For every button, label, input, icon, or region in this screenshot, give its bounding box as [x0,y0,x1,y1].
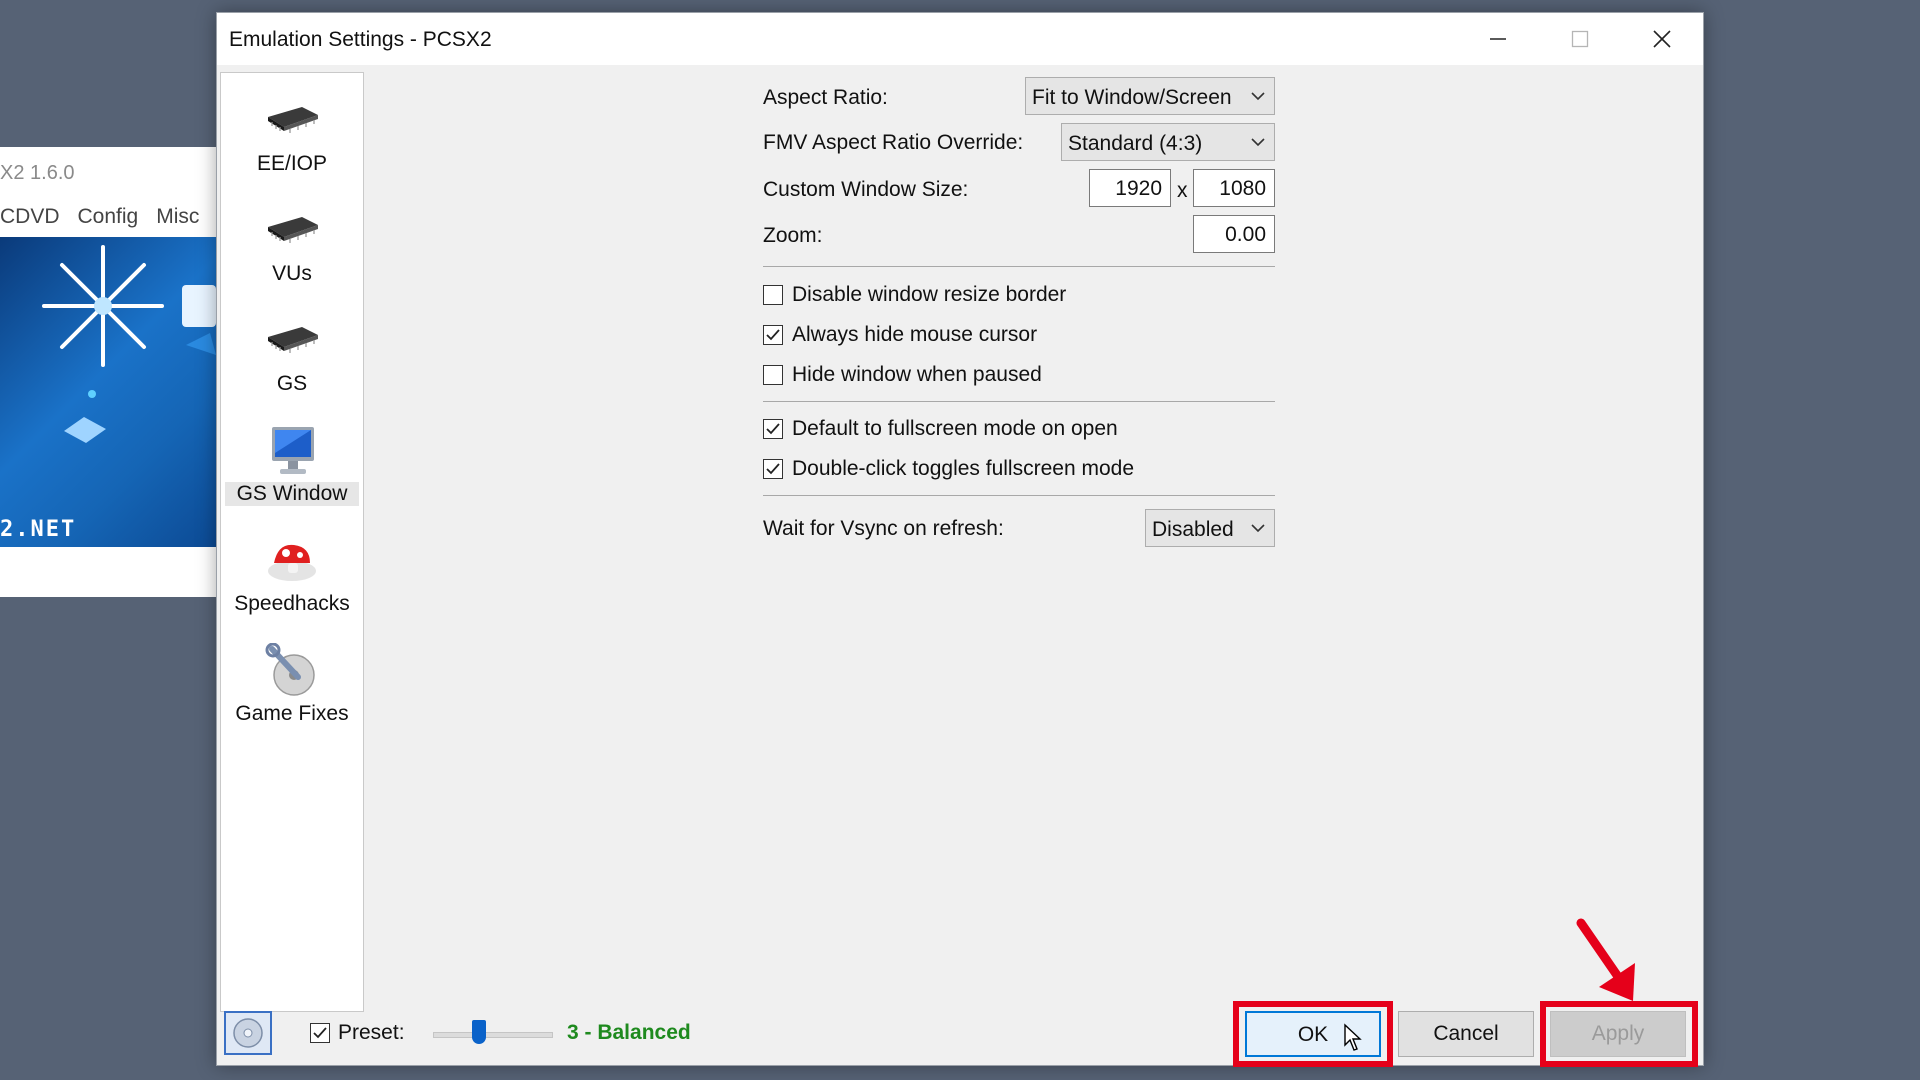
sidebar-item-vus[interactable]: VUs [225,193,359,305]
sidebar-item-ee-iop[interactable]: EE/IOP [225,83,359,195]
vsync-label: Wait for Vsync on refresh: [763,517,1004,540]
sidebar-item-label: Game Fixes [235,702,349,725]
window-width-value: 1920 [1115,177,1162,200]
red-arrow-icon [1576,918,1635,1001]
splash-logo-text: 2.NET [0,517,77,542]
close-icon [1653,30,1671,48]
vsync-value: Disabled [1152,518,1234,541]
chip-icon [268,107,318,133]
window-height-input[interactable]: 1080 [1193,169,1275,207]
background-main-window: X2 1.6.0 CDVD Config Misc 2.NET [0,147,216,597]
disc-graphic [233,1018,263,1048]
chevron-down-icon [1251,138,1265,147]
hide-window-paused-label[interactable]: Hide window when paused [792,363,1042,387]
disable-resize-border-checkbox[interactable] [763,285,783,305]
maximize-button[interactable] [1539,13,1621,65]
maximize-icon [1571,30,1589,48]
divider [763,495,1275,496]
sidebar-item-game-fixes[interactable]: Game Fixes [225,633,359,745]
window-width-input[interactable]: 1920 [1089,169,1171,207]
dialog-title: Emulation Settings - PCSX2 [229,28,492,51]
menu-misc[interactable]: Misc [156,205,199,229]
fmv-aspect-label: FMV Aspect Ratio Override: [763,131,1024,154]
window-height-value: 1080 [1219,177,1266,200]
mushroom-icon [268,544,316,581]
preset-label: Preset: [338,1021,405,1044]
disc-icon[interactable] [224,1011,272,1055]
sidebar-item-label: EE/IOP [256,152,328,175]
hide-mouse-cursor-checkbox[interactable] [763,325,783,345]
double-click-fullscreen-checkbox[interactable] [763,459,783,479]
sidebar-item-speedhacks[interactable]: Speedhacks [225,523,359,635]
window-size-separator: x [1177,179,1188,202]
zoom-label: Zoom: [763,224,823,247]
minimize-icon [1490,38,1506,40]
default-fullscreen-checkbox[interactable] [763,419,783,439]
vsync-select[interactable]: Disabled [1145,509,1275,547]
hide-window-paused-checkbox[interactable] [763,365,783,385]
apply-highlight-box [1540,1001,1698,1067]
divider [763,266,1275,267]
checkmark-icon [766,329,780,341]
minimize-button[interactable] [1457,13,1539,65]
chip-icon [268,217,318,243]
fmv-aspect-select[interactable]: Standard (4:3) [1061,123,1275,161]
zoom-input[interactable]: 0.00 [1193,215,1275,253]
wrench-disc-icon [265,643,315,696]
checkmark-icon [313,1027,327,1039]
fmv-aspect-value: Standard (4:3) [1068,132,1203,155]
chevron-down-icon [1251,92,1265,101]
chevron-down-icon [1251,524,1265,533]
monitor-icon [272,427,314,474]
settings-category-list: EE/IOP VUs GS GS Window Speedhacks Game … [220,72,364,1012]
preset-checkbox[interactable] [310,1023,330,1043]
sidebar-item-gs[interactable]: GS [225,303,359,415]
background-menu-bar: CDVD Config Misc [0,205,199,229]
checkmark-icon [766,463,780,475]
splash-star-icon [42,245,216,443]
aspect-ratio-select[interactable]: Fit to Window/Screen [1025,77,1275,115]
menu-config[interactable]: Config [78,205,139,229]
menu-cdvd[interactable]: CDVD [0,205,60,229]
emulation-settings-dialog: Emulation Settings - PCSX2 EE/IOP VUs GS… [216,12,1704,1067]
sidebar-item-label: Speedhacks [234,592,350,615]
sidebar-item-label: VUs [272,262,312,285]
aspect-ratio-label: Aspect Ratio: [763,86,888,109]
preset-value: 3 - Balanced [567,1021,691,1044]
cancel-button[interactable]: Cancel [1398,1011,1534,1057]
disable-resize-border-label[interactable]: Disable window resize border [792,283,1066,307]
background-window-title: X2 1.6.0 [0,162,75,184]
ok-highlight-box [1233,1001,1393,1067]
window-size-label: Custom Window Size: [763,178,969,201]
checkmark-icon [766,423,780,435]
preset-slider-thumb[interactable] [472,1020,486,1044]
hide-mouse-cursor-label[interactable]: Always hide mouse cursor [792,323,1037,347]
preset-slider-track[interactable] [433,1032,553,1038]
aspect-ratio-value: Fit to Window/Screen [1032,86,1232,109]
sidebar-item-label: GS Window [225,482,359,506]
close-button[interactable] [1621,13,1703,65]
default-fullscreen-label[interactable]: Default to fullscreen mode on open [792,417,1118,441]
chip-icon [268,327,318,353]
sidebar-item-label: GS [276,372,308,395]
divider [763,401,1275,402]
pcsx2-splash-art: 2.NET [0,237,216,547]
zoom-value: 0.00 [1225,223,1266,246]
dialog-title-bar[interactable]: Emulation Settings - PCSX2 [217,13,1703,65]
double-click-fullscreen-label[interactable]: Double-click toggles fullscreen mode [792,457,1134,481]
sidebar-item-gs-window[interactable]: GS Window [225,413,359,525]
